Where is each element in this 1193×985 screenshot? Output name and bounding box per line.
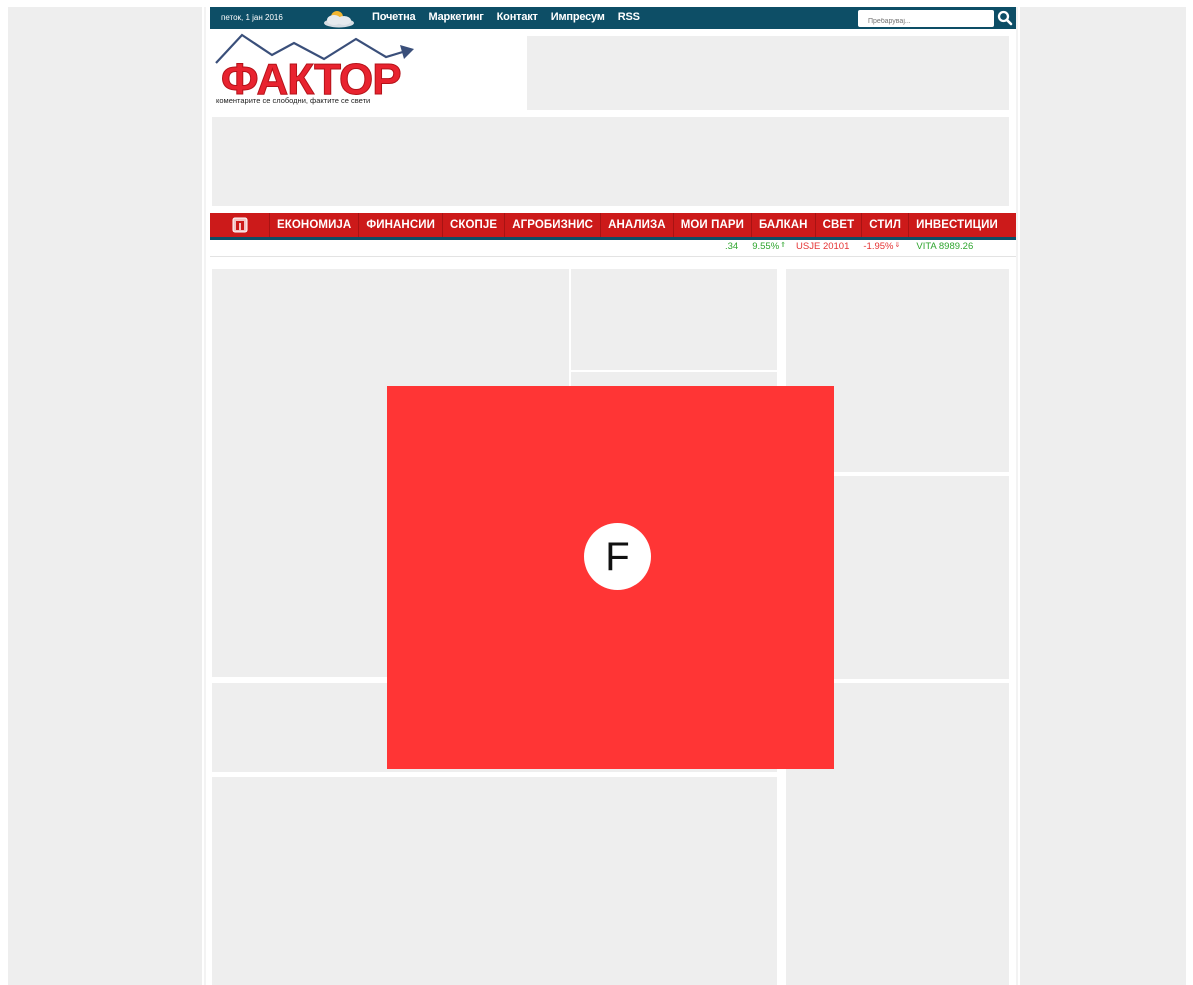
top-nav-contact[interactable]: Контакт: [497, 11, 538, 23]
main-nav-items: ЕКОНОМИЈА ФИНАНСИИ СКОПЈЕ АГРОБИЗНИС АНА…: [270, 213, 1005, 237]
nav-item-moi-pari[interactable]: МОИ ПАРИ: [674, 213, 752, 237]
ticker-symbol: VITA 8989.26: [916, 241, 974, 252]
top-nav-home[interactable]: Почетна: [372, 11, 416, 23]
article-placeholder: [571, 269, 777, 370]
top-nav-rss[interactable]: RSS: [618, 11, 640, 23]
nav-item-stil[interactable]: СТИЛ: [862, 213, 910, 237]
header-ad-banner: [527, 36, 1009, 110]
nav-item-finansii[interactable]: ФИНАНСИИ: [359, 213, 443, 237]
nav-underline: [210, 237, 1016, 240]
nav-item-balkan[interactable]: БАЛКАН: [752, 213, 816, 237]
weather-cloud-icon: [324, 11, 354, 28]
article-list-placeholder: [212, 777, 777, 985]
loading-logo-icon: F: [584, 523, 651, 590]
nav-item-investicii[interactable]: ИНВЕСТИЦИИ: [909, 213, 1005, 237]
right-background: [1020, 7, 1186, 985]
loading-overlay: F: [387, 386, 834, 769]
top-navigation: Почетна Маркетинг Контакт Импресум RSS: [372, 11, 640, 23]
current-date: петок, 1 јан 2016: [221, 13, 283, 22]
leaderboard-ad: [212, 117, 1009, 206]
nav-item-analiza[interactable]: АНАЛИЗА: [601, 213, 674, 237]
page-edge: [204, 7, 206, 985]
stock-ticker: .34 9.55% ⇑ USJE 20101 -1.95% ⇓ VITA 898…: [725, 241, 973, 253]
top-nav-marketing[interactable]: Маркетинг: [428, 11, 483, 23]
top-bar: петок, 1 јан 2016 Почетна Маркетинг Конт…: [210, 7, 1016, 30]
main-navigation: ЕКОНОМИЈА ФИНАНСИИ СКОПЈЕ АГРОБИЗНИС АНА…: [210, 213, 1016, 237]
nav-item-skopje[interactable]: СКОПЈЕ: [443, 213, 506, 237]
home-icon: [232, 217, 247, 233]
ticker-symbol: USJE 20101: [796, 241, 850, 252]
search-input[interactable]: [858, 13, 994, 30]
page-edge: [1016, 7, 1018, 985]
ticker-change: 9.55%: [752, 241, 780, 252]
ticker-value: .34: [725, 241, 739, 252]
nav-home[interactable]: [210, 213, 270, 237]
nav-item-agrobiznis[interactable]: АГРОБИЗНИС: [505, 213, 602, 237]
top-nav-impressum[interactable]: Импресум: [551, 11, 605, 23]
header-divider: [210, 256, 1016, 257]
search-box: [858, 10, 994, 30]
ticker-change: -1.95%: [863, 241, 894, 252]
logo-tagline: коментарите се слободни, фактите се свет…: [216, 96, 371, 105]
site-logo[interactable]: ФАКТОР коментарите се слободни, фактите …: [214, 33, 418, 108]
nav-item-svet[interactable]: СВЕТ: [816, 213, 863, 237]
left-background: [8, 7, 202, 985]
search-icon[interactable]: [996, 9, 1014, 27]
nav-item-ekonomija[interactable]: ЕКОНОМИЈА: [270, 213, 360, 237]
